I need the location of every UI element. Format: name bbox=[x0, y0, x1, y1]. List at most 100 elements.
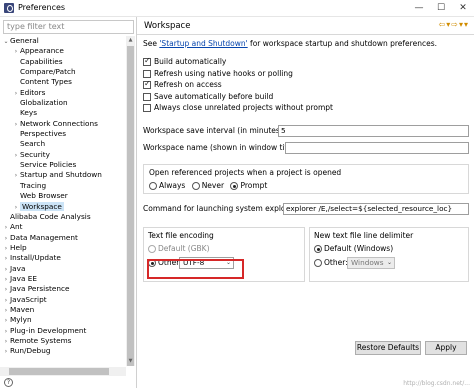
eclipse-logo-icon bbox=[4, 3, 14, 13]
startup-shutdown-link[interactable]: 'Startup and Shutdown' bbox=[159, 39, 247, 48]
workspace-name-input[interactable] bbox=[285, 142, 469, 154]
checkbox-icon[interactable] bbox=[143, 92, 151, 101]
tree-item[interactable]: › Help bbox=[0, 243, 126, 253]
tree-item-label: Web Browser bbox=[20, 191, 68, 201]
delimiter-select-value: Windows bbox=[351, 258, 384, 267]
restore-defaults-button[interactable]: Restore Defaults bbox=[355, 341, 421, 355]
tree-item[interactable]: › Workspace bbox=[0, 201, 126, 212]
apply-button[interactable]: Apply bbox=[425, 341, 467, 355]
delimiter-default-label: Default (Windows) bbox=[324, 244, 394, 253]
close-unrelated-projects-checkbox[interactable]: Always close unrelated projects without … bbox=[143, 103, 333, 113]
tree-item[interactable]: Keys bbox=[0, 108, 126, 118]
help-icon[interactable]: ? bbox=[4, 378, 13, 387]
see-suffix: for workspace startup and shutdown prefe… bbox=[247, 39, 437, 48]
tree-item-label: Install/Update bbox=[10, 253, 61, 263]
build-automatically-checkbox[interactable]: Build automatically bbox=[143, 56, 226, 67]
tree-item-label: Remote Systems bbox=[10, 335, 72, 345]
tree-item[interactable]: › Run/Debug bbox=[0, 346, 126, 356]
maximize-button[interactable]: ☐ bbox=[430, 0, 452, 17]
save-before-build-checkbox[interactable]: Save automatically before build bbox=[143, 92, 273, 102]
explorer-command-input[interactable]: explorer /E,/select=${selected_resource_… bbox=[283, 203, 469, 215]
tree-item-label: Run/Debug bbox=[10, 346, 51, 356]
tree-item[interactable]: › Mylyn bbox=[0, 315, 126, 325]
tree-item[interactable]: Alibaba Code Analysis bbox=[0, 212, 126, 222]
tree-item[interactable]: › Remote Systems bbox=[0, 336, 126, 346]
encoding-default-radio[interactable] bbox=[148, 245, 156, 253]
tree-item[interactable]: Web Browser bbox=[0, 191, 126, 201]
checkbox-label: Save automatically before build bbox=[154, 91, 274, 101]
tree-item[interactable]: › Network Connections bbox=[0, 119, 126, 129]
tree-item-label: Plug-in Development bbox=[10, 325, 87, 335]
never-label: Never bbox=[201, 181, 225, 190]
tree-item[interactable]: › Startup and Shutdown bbox=[0, 170, 126, 180]
tree-item[interactable]: ⌄General bbox=[0, 36, 126, 46]
encoding-default-label: Default (GBK) bbox=[158, 244, 210, 253]
scroll-up-icon[interactable]: ▲ bbox=[126, 36, 135, 45]
tree-item[interactable]: › Maven bbox=[0, 305, 126, 315]
tree-item[interactable]: Tracing bbox=[0, 181, 126, 191]
tree-item-label: Mylyn bbox=[10, 315, 32, 325]
tree-item[interactable]: › Plug-in Development bbox=[0, 326, 126, 336]
tree-item-label: Startup and Shutdown bbox=[20, 170, 102, 180]
tree-item[interactable]: › Data Management bbox=[0, 233, 126, 243]
filter-input[interactable]: type filter text bbox=[3, 20, 134, 34]
tree-item[interactable]: › Security bbox=[0, 150, 126, 160]
tree-item-label: Globalization bbox=[20, 98, 68, 108]
tree-item[interactable]: Perspectives bbox=[0, 129, 126, 139]
tree-item[interactable]: › Java Persistence bbox=[0, 284, 126, 294]
tree-item-label: Security bbox=[20, 149, 50, 159]
explorer-command-label: Command for launching system explorer: bbox=[143, 204, 299, 213]
always-radio[interactable] bbox=[149, 182, 157, 190]
checkbox-icon[interactable] bbox=[143, 79, 151, 89]
tree-item[interactable]: Capabilities bbox=[0, 57, 126, 67]
window-title: Preferences bbox=[18, 3, 66, 12]
navigation-arrows-icon[interactable]: ⇦▾⇨▾▾ bbox=[439, 20, 469, 29]
tree-item-label: Ant bbox=[10, 222, 23, 232]
startup-info-line: See 'Startup and Shutdown' for workspace… bbox=[143, 39, 437, 48]
tree-item-label: Capabilities bbox=[20, 56, 63, 66]
never-radio[interactable] bbox=[191, 182, 200, 190]
tree-item[interactable]: Compare/Patch bbox=[0, 67, 126, 77]
tree-item[interactable]: › Ant bbox=[0, 222, 126, 232]
tree-item-label: Perspectives bbox=[20, 129, 67, 139]
delimiter-select[interactable]: Windows ⌄ bbox=[347, 257, 395, 269]
checkbox-icon[interactable] bbox=[143, 56, 151, 66]
tree-horizontal-scrollbar[interactable] bbox=[0, 367, 126, 376]
tree-item[interactable]: Globalization bbox=[0, 98, 126, 108]
scroll-down-icon[interactable]: ▼ bbox=[126, 357, 135, 366]
hscroll-thumb[interactable] bbox=[9, 368, 109, 375]
close-button[interactable]: ✕ bbox=[452, 0, 474, 17]
refresh-native-hooks-checkbox[interactable]: Refresh using native hooks or polling bbox=[143, 69, 293, 79]
prompt-label: Prompt bbox=[240, 181, 268, 190]
tree-item[interactable]: › Java bbox=[0, 264, 126, 274]
delimiter-default-radio[interactable] bbox=[314, 245, 322, 253]
preferences-tree: ⌄General › Appearance Capabilities Compare/P… bbox=[0, 36, 126, 366]
tree-item-label: Appearance bbox=[20, 46, 64, 56]
tree-item[interactable]: Search bbox=[0, 139, 126, 149]
checkbox-icon[interactable] bbox=[143, 69, 151, 78]
tree-item[interactable]: › JavaScript bbox=[0, 295, 126, 305]
highlight-annotation bbox=[147, 259, 244, 279]
expand-right-icon[interactable]: › bbox=[2, 347, 10, 357]
tree-item-label: Search bbox=[20, 139, 46, 149]
scroll-thumb[interactable] bbox=[127, 46, 134, 366]
tree-item[interactable]: Service Policies bbox=[0, 160, 126, 170]
tree-item[interactable]: › Appearance bbox=[0, 46, 126, 56]
tree-item-label: Content Types bbox=[20, 77, 72, 87]
tree-item[interactable]: Content Types bbox=[0, 77, 126, 87]
always-label: Always bbox=[159, 181, 186, 190]
tree-item-label: Workspace bbox=[20, 201, 64, 211]
tree-item-label: Network Connections bbox=[20, 118, 98, 128]
line-delimiter-group: New text file line delimiter Default (Wi… bbox=[309, 227, 469, 282]
minimize-button[interactable]: — bbox=[408, 0, 430, 17]
checkbox-icon[interactable] bbox=[143, 104, 151, 112]
save-interval-input[interactable]: 5 bbox=[278, 125, 469, 137]
text-encoding-title: Text file encoding bbox=[148, 231, 214, 240]
refresh-on-access-checkbox[interactable]: Refresh on access bbox=[143, 79, 222, 90]
prompt-radio[interactable] bbox=[230, 182, 239, 190]
tree-vertical-scrollbar[interactable]: ▲ ▼ bbox=[126, 36, 135, 366]
tree-item[interactable]: › Install/Update bbox=[0, 253, 126, 263]
tree-item[interactable]: › Java EE bbox=[0, 274, 126, 284]
delimiter-other-radio[interactable] bbox=[314, 259, 322, 267]
tree-item[interactable]: › Editors bbox=[0, 88, 126, 98]
